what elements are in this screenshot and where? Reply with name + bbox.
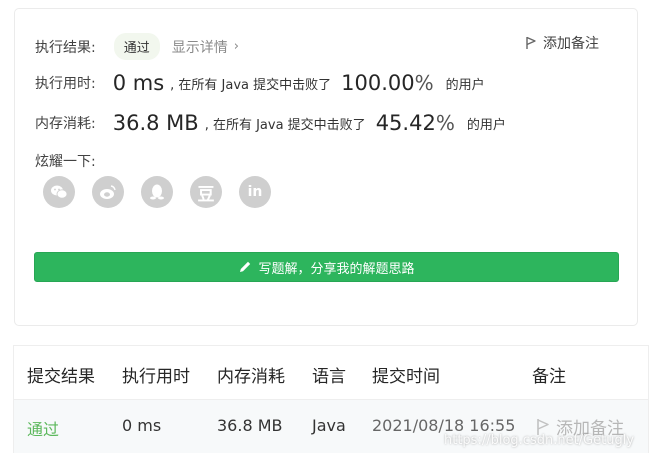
- runtime-percent-sign: %: [414, 71, 434, 95]
- header-note: 备注: [532, 367, 566, 387]
- header-memory: 内存消耗: [217, 367, 285, 387]
- row-memory: 36.8 MB: [217, 416, 283, 435]
- show-details-label: 显示详情: [171, 39, 228, 56]
- status-badge: 通过: [113, 33, 160, 60]
- share-label: 炫耀一下:: [35, 154, 96, 170]
- douban-icon[interactable]: 豆: [190, 176, 222, 208]
- memory-percent-value: 45.42: [375, 111, 436, 135]
- runtime-row: 执行用时: 0 ms , 在所有 Java 提交中击败了 100.00% 的用户: [35, 71, 485, 95]
- linkedin-glyph: in: [247, 184, 263, 200]
- memory-label: 内存消耗:: [35, 116, 96, 132]
- submission-result-card: 执行结果: 通过 显示详情 › 添加备注 执行用时: 0 ms , 在所有 Ja…: [14, 8, 638, 326]
- header-status: 提交结果: [27, 367, 95, 387]
- share-icons: 豆 in: [43, 176, 271, 208]
- flag-icon: [526, 36, 536, 49]
- watermark: https://blog.csdn.net/Getugly: [444, 433, 635, 448]
- memory-percent-sign: %: [435, 111, 455, 135]
- row-language: Java: [312, 416, 346, 435]
- runtime-label: 执行用时:: [35, 76, 96, 92]
- write-solution-button[interactable]: 写题解，分享我的解题思路: [34, 252, 619, 282]
- show-details-link[interactable]: 显示详情 ›: [172, 37, 239, 57]
- linkedin-icon[interactable]: in: [239, 176, 271, 208]
- header-language: 语言: [312, 367, 346, 387]
- qq-icon[interactable]: [141, 176, 173, 208]
- runtime-text-after: 的用户: [445, 77, 485, 93]
- runtime-percent-value: 100.00: [341, 71, 415, 95]
- result-label: 执行结果:: [35, 39, 96, 56]
- result-row: 执行结果: 通过 显示详情 ›: [35, 33, 239, 60]
- row-runtime: 0 ms: [122, 416, 162, 435]
- row-status-link[interactable]: 通过: [27, 416, 59, 440]
- wechat-icon[interactable]: [43, 176, 75, 208]
- memory-text-before: , 在所有 Java 提交中击败了: [204, 117, 366, 133]
- douban-glyph: 豆: [197, 184, 215, 205]
- memory-text-after: 的用户: [466, 117, 506, 133]
- table-header: 提交结果 执行用时 内存消耗 语言 提交时间 备注: [14, 346, 648, 400]
- runtime-value: 0 ms: [112, 71, 165, 95]
- share-row: 炫耀一下:: [35, 151, 96, 171]
- weibo-icon[interactable]: [92, 176, 124, 208]
- header-submit-time: 提交时间: [372, 367, 440, 387]
- pencil-icon: [240, 261, 251, 272]
- memory-row: 内存消耗: 36.8 MB , 在所有 Java 提交中击败了 45.42% 的…: [35, 111, 506, 135]
- add-note-label: 添加备注: [543, 36, 599, 52]
- add-note-button[interactable]: 添加备注: [525, 33, 599, 53]
- runtime-text-before: , 在所有 Java 提交中击败了: [170, 77, 332, 93]
- memory-percent: 45.42%: [376, 111, 455, 135]
- header-runtime: 执行用时: [122, 367, 190, 387]
- chevron-right-icon: ›: [233, 39, 239, 54]
- memory-value: 36.8 MB: [112, 111, 199, 135]
- write-solution-label: 写题解，分享我的解题思路: [258, 261, 415, 277]
- runtime-percent: 100.00%: [341, 71, 434, 95]
